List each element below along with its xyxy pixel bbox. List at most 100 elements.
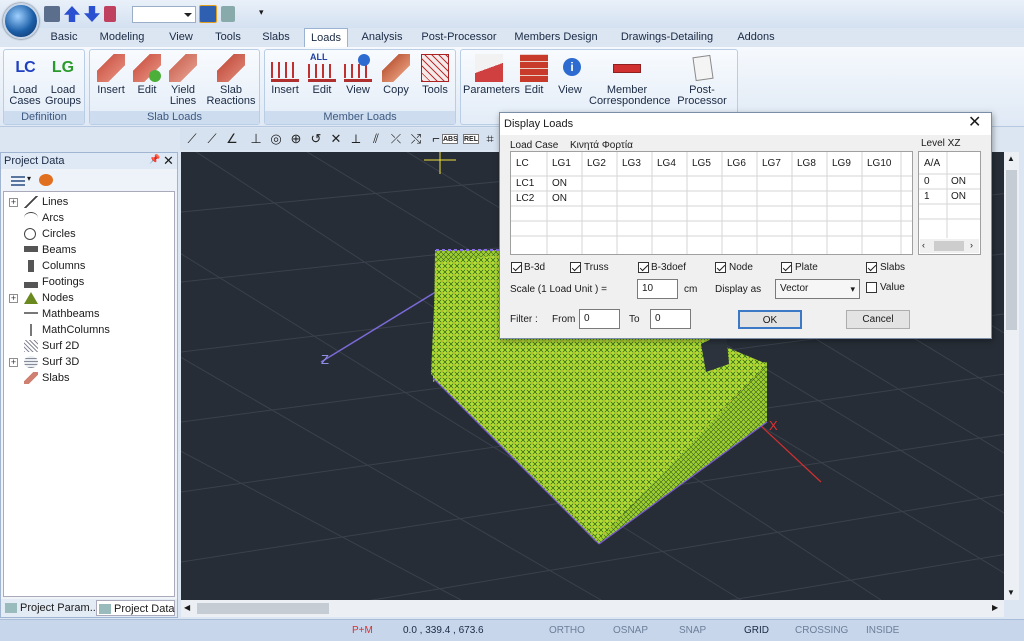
tab-slabs[interactable]: Slabs (256, 28, 296, 47)
rotate-icon[interactable]: ↺ (308, 131, 324, 147)
tab-drawings-detailing[interactable]: Drawings-Detailing (615, 28, 719, 47)
tree-item-arcs[interactable]: Arcs (4, 210, 174, 226)
cross-icon[interactable]: ✕ (328, 131, 344, 147)
intersect-icon[interactable]: ⤫ (388, 131, 404, 147)
level-grid-scrollbar[interactable]: ‹ › (920, 239, 979, 253)
polyline-icon[interactable]: ⟋ (204, 131, 220, 147)
toggle-inside[interactable]: INSIDE (866, 623, 899, 639)
cancel-button[interactable]: Cancel (846, 310, 910, 329)
scale-input[interactable]: 10 (637, 279, 678, 299)
slab-reactions-button[interactable]: Slab Reactions (203, 54, 259, 107)
customize-qat-icon[interactable]: ▾ (259, 7, 264, 18)
scroll-right-icon[interactable]: › (970, 240, 973, 250)
checkbox-slabs[interactable] (866, 262, 877, 273)
tree-item-lines[interactable]: + Lines (4, 194, 174, 210)
level-cell[interactable]: 0 (924, 174, 930, 189)
arrow-up-icon[interactable] (64, 6, 80, 22)
params-view-button[interactable]: i View (553, 54, 587, 96)
checkbox-node[interactable] (715, 262, 726, 273)
tree-item-surf3d[interactable]: + Surf 3D (4, 354, 174, 370)
member-insert-button[interactable]: Insert (267, 54, 303, 96)
from-input[interactable]: 0 (579, 309, 620, 329)
member-view-button[interactable]: View (341, 54, 375, 96)
toggle-osnap[interactable]: OSNAP (613, 623, 648, 639)
display-as-select[interactable]: Vector ▾ (775, 279, 860, 299)
tree-item-footings[interactable]: Footings (4, 274, 174, 290)
tree-item-mathcolumns[interactable]: MathColumns (4, 322, 174, 338)
tab-project-parameters[interactable]: Project Param... (3, 600, 99, 616)
arrow-down-icon[interactable] (84, 6, 100, 22)
member-correspondence-button[interactable]: Member Correspondence (589, 54, 670, 107)
tab-modeling[interactable]: Modeling (94, 28, 150, 47)
parameters-button[interactable]: Parameters (463, 54, 520, 96)
tab-addons[interactable]: Addons (733, 28, 779, 47)
checkbox-b3d[interactable] (511, 262, 522, 273)
angle-line-icon[interactable]: ∠ (224, 131, 240, 147)
expand-icon[interactable]: + (9, 358, 18, 367)
checkbox-plate[interactable] (781, 262, 792, 273)
extend-icon[interactable]: ⤭ (408, 131, 424, 147)
horizontal-scroll-thumb[interactable] (197, 603, 329, 614)
toggle-snap[interactable]: SNAP (679, 623, 706, 639)
print-icon[interactable] (44, 6, 60, 22)
to-input[interactable]: 0 (650, 309, 691, 329)
tab-analysis[interactable]: Analysis (356, 28, 408, 47)
post-processor-button[interactable]: Post-Processor (667, 54, 737, 107)
ok-button[interactable]: OK (738, 310, 802, 329)
level-cell[interactable]: ON (951, 174, 966, 189)
scroll-left-icon[interactable]: ◀ (184, 603, 190, 612)
tree-item-circles[interactable]: Circles (4, 226, 174, 242)
level-cell[interactable]: ON (951, 189, 966, 204)
scroll-left-icon[interactable]: ‹ (922, 240, 925, 250)
load-cases-button[interactable]: LC Load Cases (8, 54, 42, 107)
scroll-right-icon[interactable]: ▶ (992, 603, 998, 612)
tab-basic[interactable]: Basic (44, 28, 84, 47)
rel-button[interactable]: REL (463, 134, 479, 144)
close-panel-icon[interactable]: ✕ (163, 153, 174, 169)
grid-cell[interactable]: LC1 (516, 176, 534, 191)
scroll-thumb[interactable] (934, 241, 964, 251)
tab-tools[interactable]: Tools (210, 28, 246, 47)
snap-icon[interactable]: ⌗ (482, 131, 498, 147)
trim-icon[interactable]: ⟂ (348, 131, 364, 147)
toggle-crossing[interactable]: CROSSING (795, 623, 848, 639)
ruler-icon[interactable] (104, 6, 116, 22)
member-tools-button[interactable]: Tools (417, 54, 453, 96)
scroll-up-icon[interactable]: ▲ (1007, 154, 1015, 163)
abs-button[interactable]: ABS (442, 134, 458, 144)
member-copy-button[interactable]: Copy (377, 54, 415, 96)
checkbox-truss[interactable] (570, 262, 581, 273)
dropdown-icon[interactable]: ▾ (27, 174, 31, 183)
pin-icon[interactable]: 📌 (149, 154, 160, 165)
view-cube-icon[interactable] (199, 5, 217, 23)
line-icon[interactable]: ⟋ (184, 131, 200, 147)
tree-item-surf2d[interactable]: Surf 2D (4, 338, 174, 354)
member-edit-button[interactable]: ALL Edit (305, 52, 339, 96)
checkbox-b3doef[interactable] (638, 262, 649, 273)
scroll-down-icon[interactable]: ▼ (1007, 588, 1015, 597)
load-case-grid[interactable]: LC LG1 LG2 LG3 LG4 LG5 LG6 LG7 LG8 LG9 L… (510, 151, 913, 255)
tree-item-nodes[interactable]: + Nodes (4, 290, 174, 306)
tab-project-data[interactable]: Project Data (96, 600, 175, 616)
dialog-close-icon[interactable]: ✕ (968, 115, 981, 131)
qat-combo[interactable] (132, 6, 196, 23)
yield-lines-button[interactable]: Yield Lines (165, 54, 201, 107)
vertical-scroll-thumb[interactable] (1006, 170, 1017, 330)
perpendicular-icon[interactable]: ⊥ (248, 131, 264, 147)
horizontal-scrollbar[interactable]: ◀ ▶ (181, 600, 1004, 617)
list-view-icon[interactable] (11, 174, 25, 186)
tab-view[interactable]: View (161, 28, 201, 47)
tab-members-design[interactable]: Members Design (512, 28, 600, 47)
tree-item-beams[interactable]: Beams (4, 242, 174, 258)
level-grid[interactable]: A/A 0 ON 1 ON ‹ › (918, 151, 981, 255)
application-orb[interactable] (3, 3, 39, 39)
grid-cell[interactable]: LC2 (516, 191, 534, 206)
expand-icon[interactable]: + (9, 294, 18, 303)
parallel-icon[interactable]: ⫽ (368, 131, 384, 147)
target-icon[interactable]: ⊕ (288, 131, 304, 147)
tree-item-mathbeams[interactable]: Mathbeams (4, 306, 174, 322)
tab-post-processor[interactable]: Post-Processor (419, 28, 499, 47)
slab-insert-button[interactable]: Insert (93, 54, 129, 96)
grid-cell[interactable]: ON (552, 191, 567, 206)
expand-icon[interactable]: + (9, 198, 18, 207)
